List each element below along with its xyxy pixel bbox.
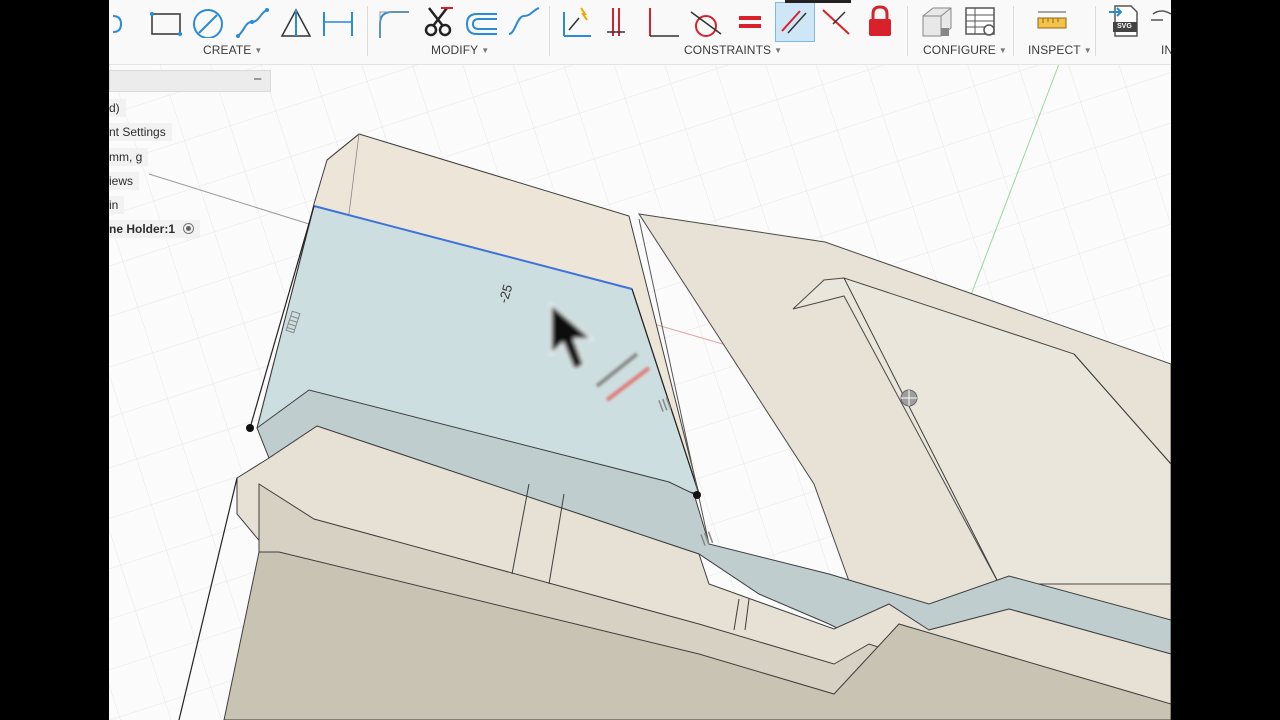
measure-ruler-icon[interactable] bbox=[1035, 4, 1069, 38]
parallel-constraint-icon[interactable] bbox=[775, 2, 815, 42]
canvas-viewport[interactable]: -25 bbox=[109, 64, 1171, 720]
browser-panel: − d) nt Settings mm, g iews in ne Holder… bbox=[109, 70, 274, 238]
sketch-dimension-icon[interactable] bbox=[321, 4, 355, 38]
create-menu[interactable]: CREATE ▼ bbox=[203, 43, 262, 57]
offset-icon[interactable] bbox=[463, 4, 497, 38]
trim-scissors-icon[interactable] bbox=[421, 4, 455, 38]
triangle-polygon-icon[interactable] bbox=[279, 4, 313, 38]
active-tool-indicator bbox=[785, 0, 851, 3]
fusion-window: CREATE ▼ MODIFY ▼ CONSTRAINTS ▼ CONFIGUR… bbox=[109, 0, 1171, 720]
configure-table-icon[interactable] bbox=[963, 4, 997, 38]
configure-menu[interactable]: CONFIGURE ▼ bbox=[923, 43, 1007, 57]
circle-icon[interactable] bbox=[191, 4, 225, 38]
browser-item-views[interactable]: iews bbox=[109, 172, 140, 190]
insert-menu[interactable]: IN bbox=[1161, 43, 1171, 57]
symmetry-constraint-icon[interactable] bbox=[819, 4, 853, 38]
perpendicular-constraint-icon[interactable] bbox=[647, 4, 681, 38]
spline-icon[interactable] bbox=[235, 4, 269, 38]
collinear-constraint-icon[interactable] bbox=[605, 4, 639, 38]
tangent-constraint-icon[interactable] bbox=[689, 4, 723, 38]
browser-item-document[interactable]: d) bbox=[109, 99, 126, 117]
extend-curve-icon[interactable] bbox=[507, 4, 541, 38]
inspect-menu[interactable]: INSPECT ▼ bbox=[1028, 43, 1092, 57]
browser-item-units[interactable]: mm, g bbox=[109, 148, 149, 166]
browser-item-settings[interactable]: nt Settings bbox=[109, 123, 172, 141]
browser-item-origin[interactable]: in bbox=[109, 196, 125, 214]
activate-component-radio[interactable] bbox=[183, 223, 195, 234]
insert-svg-icon[interactable]: SVG bbox=[1107, 4, 1141, 38]
browser-item-component[interactable]: ne Holder:1 bbox=[109, 220, 201, 238]
modify-menu[interactable]: MODIFY ▼ bbox=[431, 43, 489, 57]
insert-arrow-icon[interactable] bbox=[1149, 4, 1171, 38]
origin-point[interactable] bbox=[900, 389, 918, 407]
configure-box-icon[interactable] bbox=[919, 4, 953, 38]
circle-arc-icon[interactable] bbox=[111, 4, 145, 38]
constraints-menu[interactable]: CONSTRAINTS ▼ bbox=[684, 43, 782, 57]
rectangle-icon[interactable] bbox=[149, 4, 183, 38]
sketch-point-right[interactable] bbox=[693, 491, 701, 499]
coincident-constraint-icon[interactable] bbox=[561, 4, 595, 38]
component-name: ne Holder:1 bbox=[109, 222, 176, 236]
sketch-point-left[interactable] bbox=[246, 424, 254, 432]
equal-constraint-icon[interactable] bbox=[733, 4, 767, 38]
svg-badge: SVG bbox=[1117, 23, 1132, 30]
fillet-icon[interactable] bbox=[377, 4, 411, 38]
browser-header: − bbox=[109, 70, 271, 92]
sketch-toolbar: CREATE ▼ MODIFY ▼ CONSTRAINTS ▼ CONFIGUR… bbox=[109, 0, 1171, 65]
fix-lock-icon[interactable] bbox=[863, 4, 897, 38]
collapse-browser-button[interactable]: − bbox=[253, 71, 262, 89]
